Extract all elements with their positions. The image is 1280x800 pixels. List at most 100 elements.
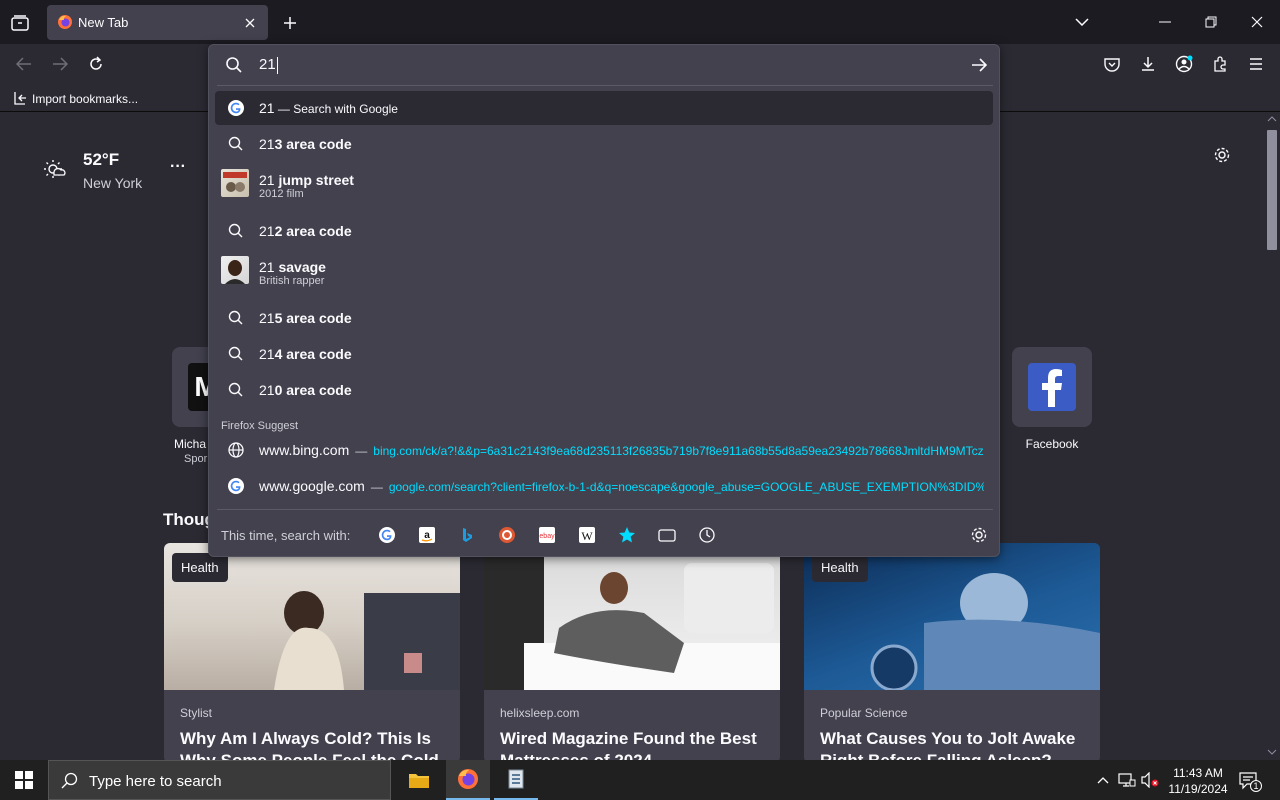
oneoff-label: This time, search with: (221, 528, 351, 543)
suggestion-text: 21 savage (259, 259, 326, 275)
story-card[interactable]: Health Popular Science What Causes You t… (804, 543, 1100, 763)
bing-engine-icon[interactable] (457, 525, 477, 545)
urlbar-input-text: 21 (259, 56, 276, 73)
amazon-engine-icon[interactable]: a (417, 525, 437, 545)
story-category-badge: Health (172, 553, 228, 582)
new-tab-icon[interactable] (279, 12, 301, 34)
minimize-icon[interactable] (1150, 11, 1180, 33)
suggestion-row[interactable]: 213 area code (215, 127, 993, 161)
network-icon[interactable] (1117, 770, 1137, 790)
account-icon[interactable] (1172, 53, 1196, 75)
divider (217, 85, 993, 86)
file-explorer-icon[interactable] (397, 760, 441, 800)
notifications-icon[interactable]: 1 (1236, 768, 1262, 792)
notification-count-badge: 1 (1250, 780, 1262, 792)
search-icon (225, 56, 243, 74)
taskbar-search-placeholder: Type here to search (89, 773, 222, 790)
downloads-icon[interactable] (1136, 53, 1160, 75)
list-all-tabs-icon[interactable] (1070, 11, 1094, 33)
menu-icon[interactable] (1244, 53, 1268, 75)
taskbar-firefox-icon[interactable] (446, 760, 490, 800)
tab-new-tab[interactable]: New Tab (47, 5, 268, 40)
21-savage-thumbnail (221, 256, 249, 284)
jump-street-thumbnail (221, 169, 249, 197)
shortcut-sublabel: Spor (184, 453, 208, 465)
search-icon (227, 345, 245, 363)
google-icon (227, 477, 245, 495)
back-icon[interactable] (12, 53, 36, 75)
urlbar-dropdown: 21 21 — Search with Google 213 area code… (208, 44, 1000, 557)
import-bookmarks-label: Import bookmarks... (32, 92, 139, 106)
title-bar: New Tab (0, 0, 1280, 44)
divider (217, 509, 993, 510)
customize-gear-icon[interactable] (1211, 144, 1233, 166)
search-icon (227, 309, 245, 327)
scrollbar-thumb[interactable] (1267, 130, 1277, 250)
search-icon (227, 381, 245, 399)
firefox-suggest-row[interactable]: www.google.com — google.com/search?client=… (215, 469, 993, 503)
shortcut-tile-facebook[interactable] (1012, 347, 1092, 427)
suggestion-row[interactable]: 215 area code (215, 301, 993, 335)
weather-city: New York (83, 175, 143, 191)
windows-start-icon[interactable] (0, 760, 48, 800)
search-icon (227, 135, 245, 153)
firefox-suggest-row[interactable]: www.bing.com — bing.com/ck/a?!&&p=6a31c214… (215, 433, 993, 467)
bookmarks-star-icon[interactable] (617, 525, 637, 545)
suggestion-row[interactable]: 212 area code (215, 214, 993, 248)
suggestion-row[interactable]: 21 jump street 2012 film (215, 163, 993, 207)
google-engine-icon[interactable] (377, 525, 397, 545)
forward-icon[interactable] (48, 53, 72, 75)
tabs-icon[interactable] (657, 525, 677, 545)
tab-title: New Tab (78, 15, 129, 30)
extensions-icon[interactable] (1208, 53, 1232, 75)
suggest-text: www.google.com — google.com/search?client=… (259, 478, 984, 494)
google-icon (227, 99, 245, 117)
import-bookmarks-button[interactable]: Import bookmarks... (8, 84, 148, 112)
volume-muted-icon[interactable] (1140, 770, 1160, 790)
suggestion-row[interactable]: 21 savage British rapper (215, 250, 993, 294)
ebay-engine-icon[interactable]: ebay (537, 525, 557, 545)
taskbar-clock[interactable]: 11:43 AM 11/19/2024 (1160, 765, 1236, 797)
reload-icon[interactable] (84, 53, 108, 75)
pocket-icon[interactable] (1100, 53, 1124, 75)
duckduckgo-engine-icon[interactable] (497, 525, 517, 545)
taskbar-search-box[interactable]: Type here to search (48, 760, 391, 800)
suggest-text: www.bing.com — bing.com/ck/a?!&&p=6a31c214… (259, 442, 984, 458)
show-hidden-icons-chevron-icon[interactable] (1094, 770, 1112, 790)
suggestion-row[interactable]: 214 area code (215, 337, 993, 371)
taskbar-app-icon[interactable] (494, 760, 538, 800)
suggestion-subtitle: British rapper (259, 275, 325, 287)
suggestion-search-with-google[interactable]: 21 — Search with Google (215, 91, 993, 125)
suggestion-text: 215 area code (259, 310, 352, 326)
weather-sun-icon (42, 157, 66, 181)
svg-text:a: a (424, 530, 430, 541)
suggestion-text: 214 area code (259, 346, 352, 362)
urlbar-input[interactable]: 21 (259, 56, 278, 74)
scroll-up-icon[interactable] (1267, 116, 1277, 122)
close-window-icon[interactable] (1242, 11, 1272, 33)
firefox-view-icon[interactable] (8, 12, 32, 34)
scroll-down-icon[interactable] (1267, 749, 1277, 755)
story-card[interactable]: Health Stylist Why Am I Always Cold? Thi… (164, 543, 460, 763)
story-category-badge: Health (812, 553, 868, 582)
story-title: What Causes You to Jolt Awake Right Befo… (820, 729, 1076, 763)
svg-text:W: W (581, 529, 593, 543)
search-icon (227, 222, 245, 240)
history-clock-icon[interactable] (697, 525, 717, 545)
search-settings-gear-icon[interactable] (969, 525, 989, 545)
shortcut-label-facebook: Facebook (1025, 437, 1079, 451)
wikipedia-engine-icon[interactable]: W (577, 525, 597, 545)
suggestion-text: 213 area code (259, 136, 352, 152)
suggestion-text: 21 jump street (259, 172, 354, 188)
windows-taskbar: Type here to search 11:43 AM 11/19/2024 … (0, 760, 1280, 800)
story-card[interactable]: helixsleep.com Wired Magazine Found the … (484, 543, 780, 763)
suggestion-row[interactable]: 210 area code (215, 373, 993, 407)
restore-icon[interactable] (1196, 11, 1226, 33)
suggest-url: bing.com/ck/a?!&&p=6a31c2143f9ea68d23511… (373, 444, 984, 458)
go-arrow-icon[interactable] (967, 55, 991, 75)
close-tab-icon[interactable] (241, 14, 259, 32)
weather-temperature: 52°F (83, 150, 120, 169)
story-source: Stylist (180, 706, 213, 720)
facebook-icon (1028, 363, 1076, 411)
weather-more-button[interactable]: ··· (170, 158, 186, 176)
